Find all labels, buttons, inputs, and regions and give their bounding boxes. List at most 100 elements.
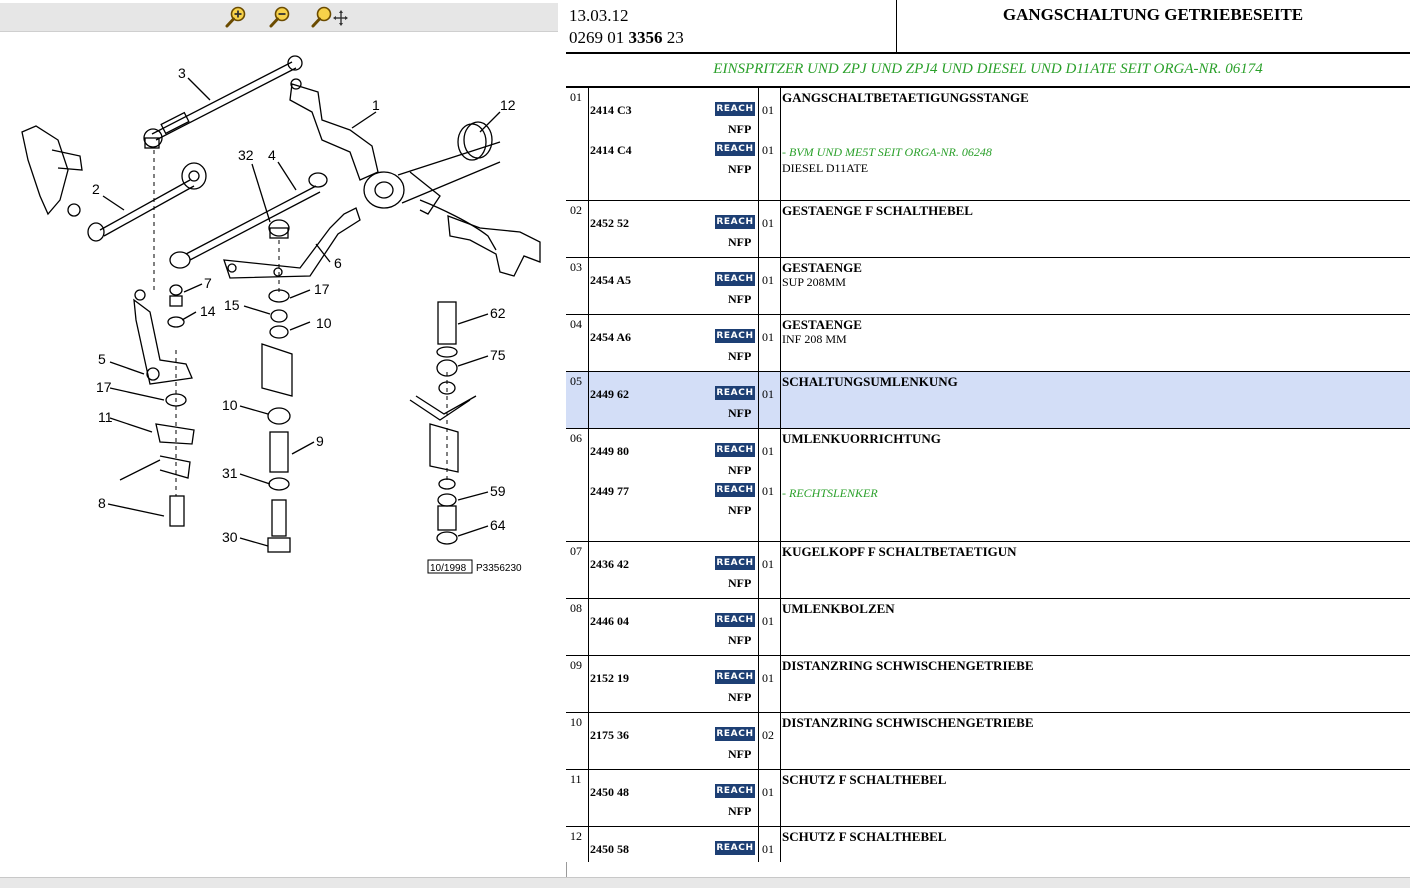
diagram-callout-label[interactable]: 3: [178, 65, 186, 81]
diagram-callout-label[interactable]: 64: [490, 517, 506, 533]
reach-badge[interactable]: REACH: [715, 329, 755, 343]
table-row[interactable]: 07 2436 42 REACH NFP 01 KUGELKOPF F SCHALTBET…: [566, 542, 1410, 599]
reach-badge[interactable]: REACH: [715, 727, 755, 741]
quantity-value: 01: [762, 216, 774, 230]
status-bar: [0, 877, 1410, 888]
diagram-callout-label[interactable]: 9: [316, 433, 324, 449]
applicability-line: EINSPRITZER UND ZPJ UND ZPJ4 UND DIESEL …: [566, 54, 1410, 88]
ref-suffix: 23: [662, 28, 684, 47]
part-reference[interactable]: 2450 48: [590, 785, 629, 800]
table-row[interactable]: 05 2449 62 REACH NFP 01 SCHALTUNGSUMLENKUNG: [566, 372, 1410, 429]
reach-badge[interactable]: REACH: [715, 272, 755, 286]
quantity-cell: 01: [758, 258, 781, 314]
diagram-callout-label[interactable]: 12: [500, 97, 516, 113]
diagram-callout-label[interactable]: 59: [490, 483, 506, 499]
diagram-callout-label[interactable]: 11: [98, 409, 113, 425]
part-description: SCHUTZ F SCHALTHEBEL: [782, 829, 947, 844]
part-reference[interactable]: 2414 C3: [590, 103, 632, 118]
diagram-callout-label[interactable]: 17: [314, 281, 330, 297]
part-reference[interactable]: 2452 52: [590, 216, 629, 231]
table-row[interactable]: 08 2446 04 REACH NFP 01 UMLENKBOLZEN: [566, 599, 1410, 656]
diagram-callout-label[interactable]: 7: [204, 275, 212, 291]
reach-badge[interactable]: REACH: [715, 102, 755, 116]
table-row[interactable]: 04 2454 A6 REACH NFP 01 GESTAENGE INF 208 MM: [566, 315, 1410, 372]
part-reference[interactable]: 2175 36: [590, 728, 629, 743]
part-reference[interactable]: 2414 C4: [590, 143, 632, 158]
zoom-out-icon[interactable]: [268, 5, 294, 29]
header-date: 13.03.12: [569, 6, 629, 25]
diagram-callout-label[interactable]: 15: [224, 297, 240, 313]
table-row[interactable]: 11 2450 48 REACH NFP 01 SCHUTZ F SCHALTHEBEL: [566, 770, 1410, 827]
table-row[interactable]: 06 2449 80 REACH NFP 2449 77 REACH NFP 01 01 UMLE…: [566, 429, 1410, 542]
reach-badge[interactable]: REACH: [715, 386, 755, 400]
part-reference[interactable]: 2449 80: [590, 444, 629, 459]
diagram-callout-label[interactable]: 30: [222, 529, 238, 545]
reference-cell: 2454 A6 REACH NFP: [588, 315, 759, 371]
part-reference[interactable]: 2152 19: [590, 671, 629, 686]
quantity-cell: 01: [758, 770, 781, 826]
diagram-callout-label[interactable]: 4: [268, 147, 276, 163]
diagram-callout-label[interactable]: 14: [200, 303, 216, 319]
part-reference[interactable]: 2449 62: [590, 387, 629, 402]
reach-badge[interactable]: REACH: [715, 483, 755, 497]
quantity-value: 01: [762, 614, 774, 628]
table-row[interactable]: 01 2414 C3 REACH NFP 2414 C4 REACH NFP 01 01 GANG…: [566, 88, 1410, 201]
part-reference[interactable]: 2454 A6: [590, 330, 631, 345]
page-header: 13.03.12 0269 01 3356 23 GANGSCHALTUNG G…: [566, 0, 1410, 54]
table-row[interactable]: 03 2454 A5 REACH NFP 01 GESTAENGE SUP 208MM: [566, 258, 1410, 315]
part-entry: 2449 80 REACH NFP: [588, 439, 758, 479]
part-entry: 2175 36 REACH NFP: [588, 723, 758, 763]
part-reference[interactable]: 2449 77: [590, 484, 629, 499]
reach-badge[interactable]: REACH: [715, 841, 755, 855]
position-number: 05: [570, 374, 582, 388]
reference-cell: 2452 52 REACH NFP: [588, 201, 759, 257]
header-reference: 0269 01 3356 23: [569, 28, 684, 48]
reach-badge[interactable]: REACH: [715, 443, 755, 457]
diagram-callout-label[interactable]: 10: [316, 315, 332, 331]
part-description: KUGELKOPF F SCHALTBETAETIGUN: [782, 544, 1017, 559]
diagram-callout-label[interactable]: 8: [98, 495, 106, 511]
part-reference[interactable]: 2450 58: [590, 842, 629, 857]
diagram-callout-label[interactable]: 6: [334, 255, 342, 271]
reach-badge[interactable]: REACH: [715, 215, 755, 229]
diagram-callout-label[interactable]: 31: [222, 465, 238, 481]
part-reference[interactable]: 2446 04: [590, 614, 629, 629]
part-reference[interactable]: 2436 42: [590, 557, 629, 572]
zoom-in-icon[interactable]: [224, 5, 250, 29]
table-row[interactable]: 10 2175 36 REACH NFP 02 DISTANZRING SCHWISCHE…: [566, 713, 1410, 770]
header-meta: 13.03.12 0269 01 3356 23: [566, 0, 897, 52]
part-entry: 2449 62 REACH NFP: [588, 382, 758, 422]
description-note: - RECHTSLENKER: [782, 486, 878, 500]
nfp-label: NFP: [728, 861, 751, 862]
quantity-cell: 01: [758, 201, 781, 257]
exploded-parts-diagram[interactable]: 31 12232 46714171510627551711109831305964 …: [0, 33, 558, 613]
diagram-callout-label[interactable]: 1: [372, 97, 380, 113]
zoom-move-icon[interactable]: [310, 5, 348, 29]
reach-badge[interactable]: REACH: [715, 613, 755, 627]
part-description: GESTAENGE: [782, 260, 862, 275]
quantity-cell: 01: [758, 656, 781, 712]
nfp-label: NFP: [728, 292, 752, 306]
reference-cell: 2450 58 REACH NFP: [588, 827, 759, 862]
table-row[interactable]: 02 2452 52 REACH NFP 01 GESTAENGE F SCHALTHEB…: [566, 201, 1410, 258]
table-row[interactable]: 09 2152 19 REACH NFP 01 DISTANZRING SCHWISCHE…: [566, 656, 1410, 713]
part-description: SCHALTUNGSUMLENKUNG: [782, 374, 958, 389]
quantity-cell: 01: [758, 315, 781, 371]
quantity-cell: 01: [758, 542, 781, 598]
diagram-callout-label[interactable]: 17: [96, 379, 112, 395]
diagram-callout-label[interactable]: 10: [222, 397, 238, 413]
part-reference[interactable]: 2454 A5: [590, 273, 631, 288]
diagram-callout-label[interactable]: 5: [98, 351, 106, 367]
diagram-callout-label[interactable]: 75: [490, 347, 506, 363]
diagram-callout-label[interactable]: 62: [490, 305, 506, 321]
reach-badge[interactable]: REACH: [715, 784, 755, 798]
diagram-callout-label[interactable]: 32: [238, 147, 254, 163]
diagram-callout-label[interactable]: 2: [92, 181, 100, 197]
reach-badge[interactable]: REACH: [715, 142, 755, 156]
table-row[interactable]: 12 2450 58 REACH NFP 01 SCHUTZ F SCHALTHEBEL: [566, 827, 1410, 862]
page-title: GANGSCHALTUNG GETRIEBESEITE: [1002, 5, 1304, 24]
reach-badge[interactable]: REACH: [715, 556, 755, 570]
position-number: 07: [570, 544, 582, 558]
reference-cell: 2175 36 REACH NFP: [588, 713, 759, 769]
reach-badge[interactable]: REACH: [715, 670, 755, 684]
